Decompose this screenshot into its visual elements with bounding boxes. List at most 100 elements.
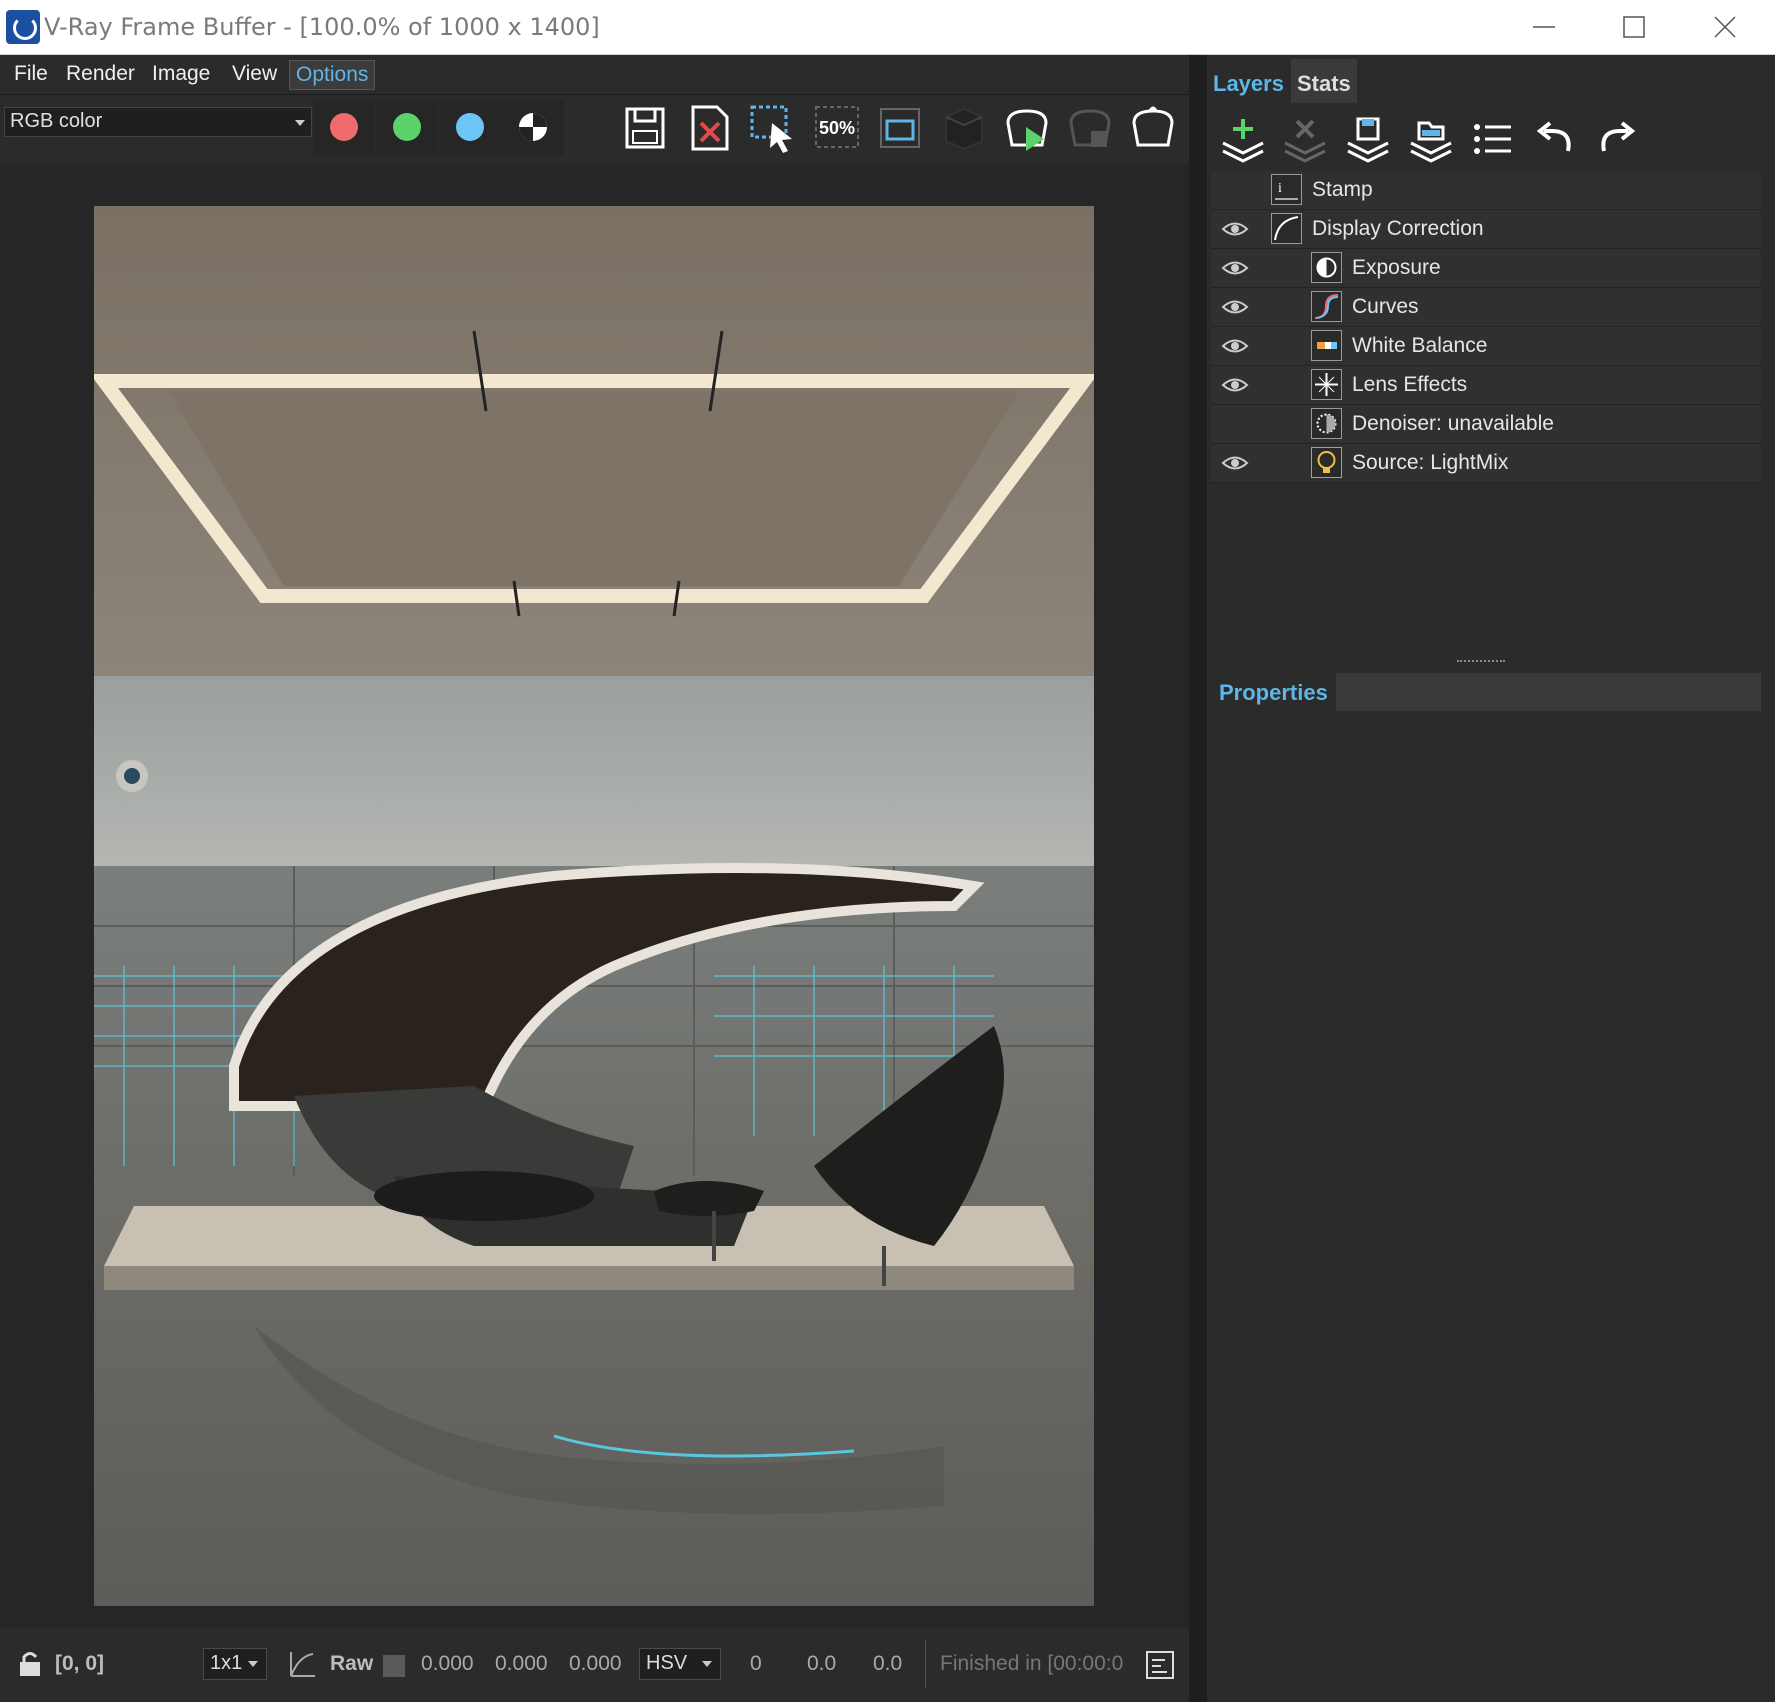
layer-row-stamp[interactable]: i Stamp	[1211, 171, 1761, 210]
clear-icon	[691, 105, 729, 151]
menu-options[interactable]: Options	[289, 60, 376, 90]
chevron-down-icon	[248, 1661, 258, 1667]
menu-bar: File Render Image View Options	[0, 55, 1189, 95]
menu-image[interactable]: Image	[146, 60, 216, 90]
green-channel-button[interactable]	[376, 99, 438, 155]
red-channel-button[interactable]	[313, 99, 375, 155]
render-teapot-icon	[1132, 106, 1174, 147]
add-layer-icon[interactable]	[1217, 113, 1269, 165]
splitter-grip-icon	[1457, 660, 1505, 664]
image-viewport[interactable]	[0, 163, 1189, 1628]
blue-channel-icon	[456, 113, 484, 141]
render-status-message: Finished in [00:00:0	[940, 1652, 1124, 1675]
green-value: 0.000	[495, 1652, 548, 1675]
channel-select[interactable]: RGB color	[4, 107, 312, 137]
lock-pixel-icon[interactable]	[14, 1648, 44, 1680]
window-title: V-Ray Frame Buffer - [100.0% of 1000 x 1…	[44, 13, 600, 41]
undo-icon[interactable]	[1530, 113, 1582, 165]
sample-size-value: 1x1	[210, 1652, 243, 1674]
minimize-icon	[1533, 26, 1555, 28]
panel-splitter[interactable]	[1189, 55, 1207, 1702]
layers-tree: i Stamp Display Correction Exposure Curv…	[1211, 171, 1761, 483]
chevron-down-icon	[702, 1661, 712, 1667]
maximize-button[interactable]	[1589, 0, 1679, 54]
layers-panel: Layers Stats i Stamp Display Correction …	[1207, 55, 1775, 1702]
zoom-50-button[interactable]: 50%	[810, 101, 864, 155]
color-swatch	[383, 1655, 405, 1677]
render-log-icon[interactable]	[1145, 1650, 1175, 1680]
eye-icon[interactable]	[1221, 374, 1249, 396]
clear-image-button[interactable]	[683, 101, 737, 155]
region-render-button[interactable]	[746, 101, 800, 155]
svg-text:i: i	[1278, 181, 1282, 196]
lens-effects-icon	[1311, 369, 1342, 400]
layer-row-display-correction[interactable]: Display Correction	[1211, 210, 1761, 249]
curves-icon	[1311, 291, 1342, 322]
menu-render[interactable]: Render	[60, 60, 141, 90]
menu-view[interactable]: View	[226, 60, 283, 90]
tab-layers[interactable]: Layers	[1207, 59, 1290, 103]
status-bar: [0, 0] 1x1 Raw 0.000 0.000 0.000 HSV 0 0…	[0, 1628, 1189, 1702]
curve-icon[interactable]	[287, 1648, 317, 1680]
fit-button[interactable]	[873, 101, 927, 155]
remove-layer-icon[interactable]	[1279, 113, 1331, 165]
mono-channel-button[interactable]	[502, 99, 564, 155]
render-button[interactable]	[1126, 101, 1180, 155]
start-interactive-button[interactable]	[1000, 101, 1054, 155]
close-button[interactable]	[1680, 0, 1770, 54]
3d-view-button[interactable]	[936, 101, 990, 155]
layer-list-icon[interactable]	[1467, 113, 1519, 165]
main-toolbar: RGB color 50%	[0, 95, 1189, 163]
alpha-channel-icon	[519, 113, 547, 141]
chevron-down-icon	[295, 120, 305, 126]
layer-row-lens-effects[interactable]: Lens Effects	[1211, 366, 1761, 405]
3d-icon	[945, 107, 983, 151]
layer-row-exposure[interactable]: Exposure	[1211, 249, 1761, 288]
display-correction-icon	[1271, 213, 1302, 244]
vray-logo-icon	[6, 10, 40, 44]
layers-properties-splitter[interactable]	[1207, 655, 1775, 669]
eye-icon[interactable]	[1221, 218, 1249, 240]
tab-stats[interactable]: Stats	[1291, 59, 1357, 103]
eye-icon[interactable]	[1221, 257, 1249, 279]
rendered-image	[94, 206, 1094, 1606]
eye-icon[interactable]	[1221, 452, 1249, 474]
menu-file[interactable]: File	[8, 60, 54, 90]
layer-name: Stamp	[1312, 178, 1373, 201]
start-interactive-icon	[1006, 109, 1048, 151]
fit-icon	[880, 108, 920, 148]
color-space-select[interactable]: HSV	[639, 1648, 721, 1680]
stop-interactive-icon	[1069, 109, 1111, 147]
title-bar: V-Ray Frame Buffer - [100.0% of 1000 x 1…	[0, 0, 1775, 55]
white-balance-icon	[1311, 330, 1342, 361]
load-layers-icon[interactable]	[1405, 113, 1457, 165]
layer-row-denoiser[interactable]: Denoiser: unavailable	[1211, 405, 1761, 444]
layer-toolbar	[1207, 107, 1775, 171]
eye-icon[interactable]	[1221, 335, 1249, 357]
layer-name: White Balance	[1352, 334, 1488, 357]
denoiser-icon	[1311, 408, 1342, 439]
save-layers-icon[interactable]	[1342, 113, 1394, 165]
stamp-icon: i	[1271, 174, 1302, 205]
minimize-button[interactable]	[1499, 0, 1589, 54]
blue-channel-button[interactable]	[439, 99, 501, 155]
eye-icon[interactable]	[1221, 296, 1249, 318]
green-channel-icon	[393, 113, 421, 141]
layer-row-curves[interactable]: Curves	[1211, 288, 1761, 327]
stop-interactive-button[interactable]	[1063, 101, 1117, 155]
layer-name: Source: LightMix	[1352, 451, 1509, 474]
close-icon	[1714, 16, 1736, 38]
layer-row-lightmix[interactable]: Source: LightMix	[1211, 444, 1761, 483]
frame-buffer-area: File Render Image View Options RGB color…	[0, 55, 1189, 1702]
properties-label: Properties	[1211, 673, 1336, 711]
zoom-50-icon: 50%	[815, 106, 859, 148]
properties-header: Properties	[1211, 673, 1761, 711]
blue-value: 0.000	[569, 1652, 622, 1675]
hue-value: 0	[750, 1652, 762, 1675]
sample-size-select[interactable]: 1x1	[203, 1648, 267, 1680]
red-value: 0.000	[421, 1652, 474, 1675]
save-button[interactable]	[619, 101, 673, 155]
layer-row-white-balance[interactable]: White Balance	[1211, 327, 1761, 366]
redo-icon[interactable]	[1590, 113, 1642, 165]
raw-mode-label[interactable]: Raw	[330, 1652, 373, 1676]
